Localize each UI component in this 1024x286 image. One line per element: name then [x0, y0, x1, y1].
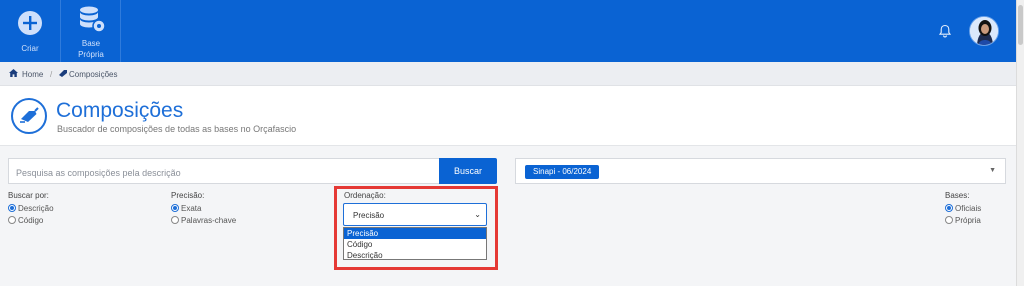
breadcrumb-separator: / [50, 70, 53, 79]
radio-label: Palavras-chave [181, 216, 237, 225]
precision-label: Precisão: [171, 191, 205, 200]
compositions-icon [11, 98, 47, 134]
order-dropdown-list: Precisão Código Descrição [343, 227, 487, 260]
radio-selected-icon[interactable] [8, 204, 16, 212]
order-label: Ordenação: [344, 191, 386, 200]
search-button[interactable]: Buscar [439, 158, 497, 184]
scrollbar-thumb[interactable] [1018, 5, 1023, 45]
base-select[interactable]: Sinapi - 06/2024 ▼ [515, 158, 1006, 184]
page-header: Composições Buscador de composições de t… [0, 86, 1016, 146]
breadcrumb: Home / Composições [0, 62, 1016, 86]
create-label: Criar [21, 44, 39, 53]
top-navbar: Criar Base Própria [0, 0, 1016, 62]
plus-circle-icon [18, 11, 42, 35]
radio-search-by-description[interactable]: Descrição [8, 204, 54, 213]
divider [120, 0, 121, 62]
bell-icon[interactable] [939, 24, 951, 38]
bases-label: Bases: [945, 191, 970, 200]
own-base-button[interactable]: Base Própria [61, 0, 121, 62]
own-base-label-line1: Base [81, 39, 101, 48]
user-avatar[interactable] [969, 16, 999, 46]
create-button[interactable]: Criar [0, 0, 60, 62]
radio-unselected-icon[interactable] [945, 216, 953, 224]
order-select[interactable]: Precisão ⌄ [343, 203, 487, 226]
page-subtitle: Buscador de composições de todas as base… [57, 124, 297, 134]
radio-label: Exata [181, 204, 202, 213]
chevron-down-icon[interactable]: ▼ [989, 167, 996, 174]
radio-selected-icon[interactable] [171, 204, 179, 212]
trowel-icon [59, 70, 67, 77]
radio-unselected-icon[interactable] [8, 216, 16, 224]
radio-search-by-code[interactable]: Código [8, 216, 43, 225]
radio-label: Própria [955, 216, 981, 225]
radio-precision-exact[interactable]: Exata [171, 204, 201, 213]
radio-unselected-icon[interactable] [171, 216, 179, 224]
chevron-down-icon[interactable]: ⌄ [474, 210, 481, 219]
breadcrumb-home-link[interactable]: Home [22, 70, 43, 79]
breadcrumb-current[interactable]: Composições [69, 70, 117, 79]
radio-precision-keywords[interactable]: Palavras-chave [171, 216, 236, 225]
selected-base-tag[interactable]: Sinapi - 06/2024 [525, 165, 600, 179]
radio-label: Código [18, 216, 44, 225]
radio-selected-icon[interactable] [945, 204, 953, 212]
user-photo-icon [970, 17, 998, 45]
radio-label: Descrição [18, 204, 54, 213]
page-scrollbar[interactable] [1016, 0, 1024, 286]
order-option-precision[interactable]: Precisão [344, 228, 486, 239]
radio-bases-own[interactable]: Própria [945, 216, 981, 225]
search-input[interactable]: Pesquisa as composições pela descrição [8, 158, 439, 184]
order-option-description[interactable]: Descrição [344, 250, 486, 261]
page-title: Composições [56, 99, 184, 122]
order-select-value: Precisão [353, 211, 385, 220]
order-option-code[interactable]: Código [344, 239, 486, 250]
search-by-label: Buscar por: [8, 191, 49, 200]
own-base-label-line2: Própria [78, 50, 104, 59]
radio-label: Oficiais [955, 204, 982, 213]
home-icon [9, 69, 18, 77]
radio-bases-official[interactable]: Oficiais [945, 204, 981, 213]
database-gear-icon [80, 6, 106, 33]
